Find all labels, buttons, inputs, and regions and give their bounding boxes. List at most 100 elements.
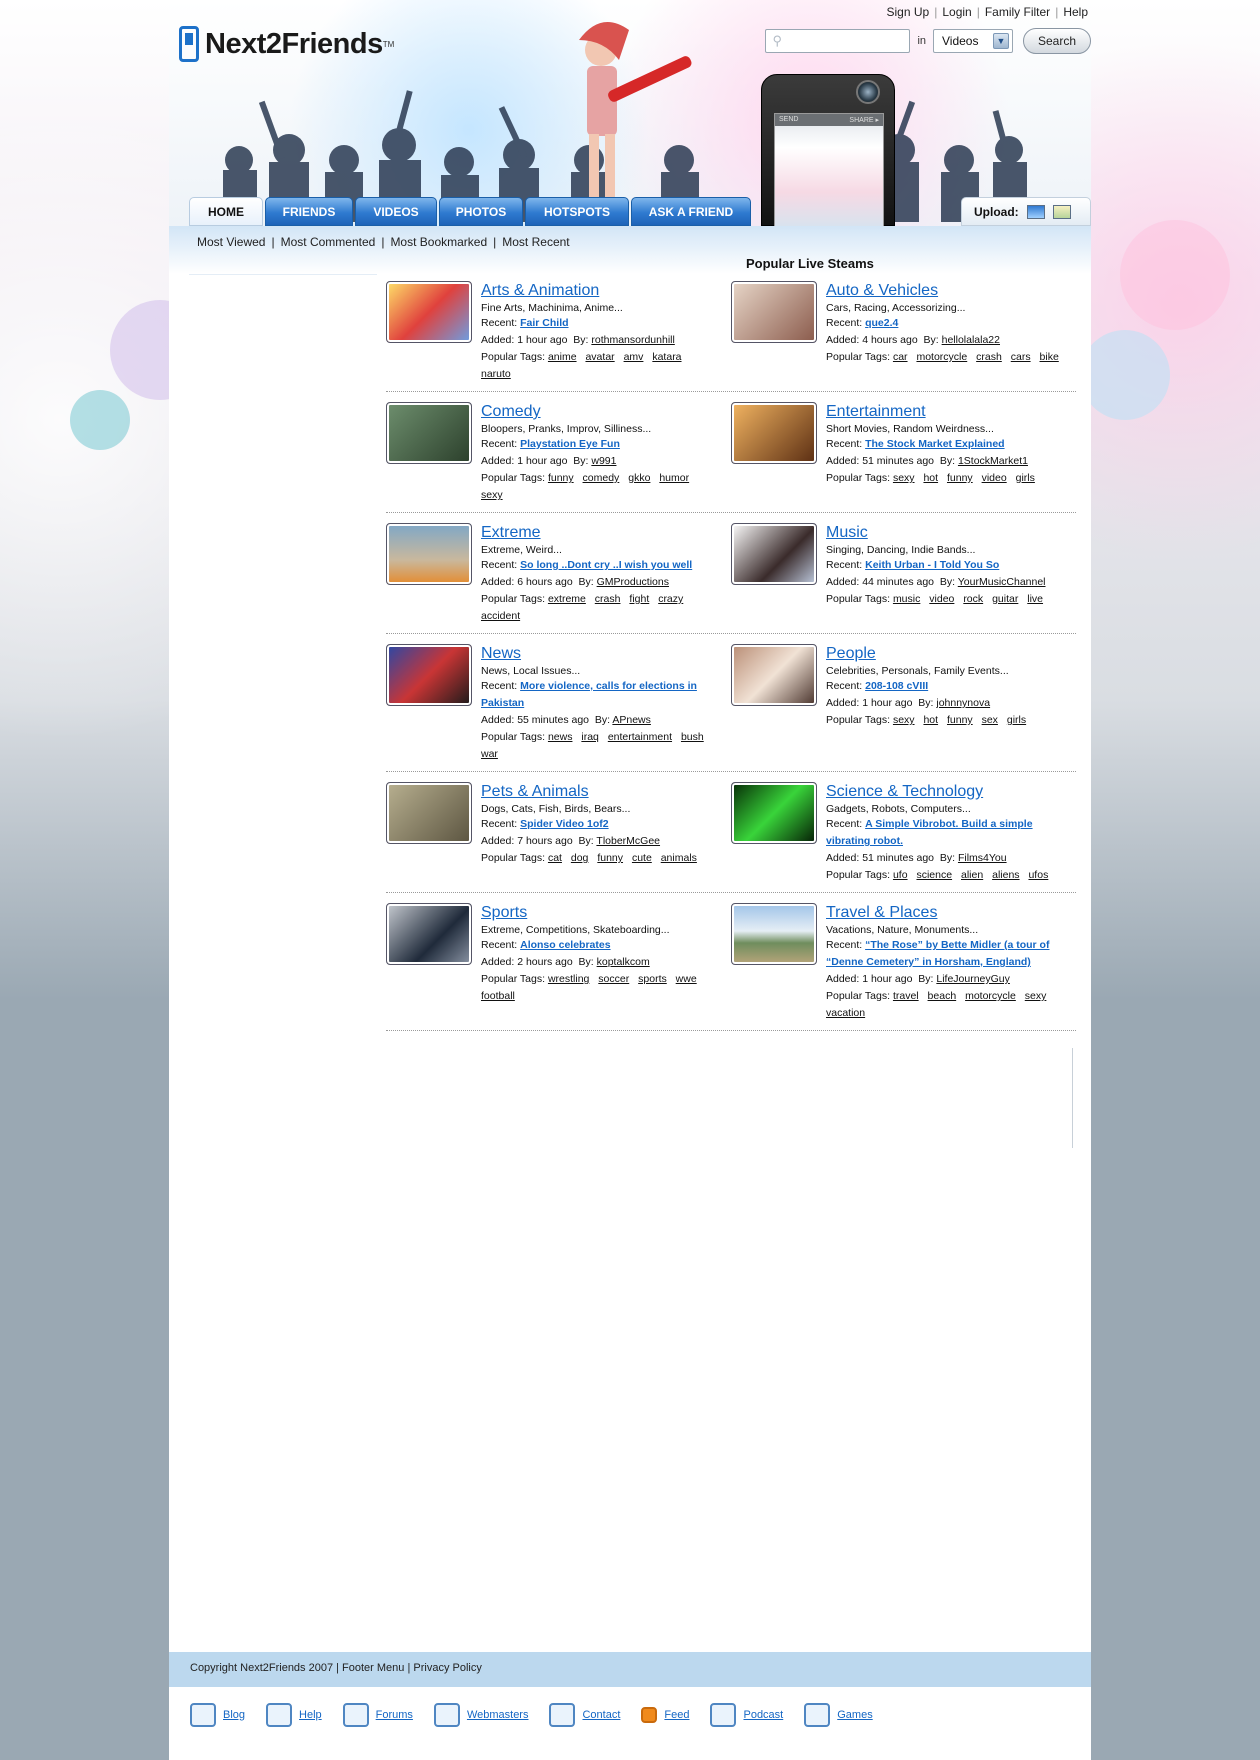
tag-link[interactable]: wwe [676, 973, 697, 985]
tag-link[interactable]: aliens [992, 869, 1019, 881]
tag-link[interactable]: motorcycle [916, 351, 967, 363]
tag-link[interactable]: bike [1040, 351, 1059, 363]
tag-link[interactable]: sex [982, 714, 998, 726]
category-title[interactable]: Extreme [481, 523, 541, 543]
tag-link[interactable]: animals [661, 852, 697, 864]
uploader-link[interactable]: koptalkcom [597, 956, 650, 968]
category-title[interactable]: Music [826, 523, 868, 543]
tag-link[interactable]: war [481, 748, 498, 760]
upload-video-icon[interactable] [1026, 204, 1045, 219]
tag-link[interactable]: fight [629, 593, 649, 605]
category-title[interactable]: Arts & Animation [481, 281, 599, 301]
signup-link[interactable]: Sign Up [887, 5, 930, 19]
category-thumbnail[interactable] [731, 523, 817, 585]
tab-videos[interactable]: VIDEOS [355, 197, 437, 226]
tag-link[interactable]: cars [1011, 351, 1031, 363]
tag-link[interactable]: hot [923, 472, 938, 484]
tag-link[interactable]: avatar [585, 351, 614, 363]
tag-link[interactable]: funny [947, 472, 973, 484]
footer-link-blog[interactable]: Blog [190, 1703, 245, 1727]
tag-link[interactable]: humor [659, 472, 689, 484]
tag-link[interactable]: crash [595, 593, 621, 605]
tag-link[interactable]: cat [548, 852, 562, 864]
category-title[interactable]: Comedy [481, 402, 541, 422]
tag-link[interactable]: rock [963, 593, 983, 605]
login-link[interactable]: Login [942, 5, 971, 19]
footer-link-label[interactable]: Podcast [743, 1709, 783, 1721]
tag-link[interactable]: accident [481, 610, 520, 622]
category-title[interactable]: News [481, 644, 521, 664]
tag-link[interactable]: travel [893, 990, 919, 1002]
tag-link[interactable]: iraq [581, 731, 599, 743]
tag-link[interactable]: ufo [893, 869, 908, 881]
recent-video-link[interactable]: Spider Video 1of2 [520, 818, 609, 830]
uploader-link[interactable]: johnnynova [936, 697, 990, 709]
tab-hotspots[interactable]: HOTSPOTS [525, 197, 629, 226]
category-thumbnail[interactable] [386, 523, 472, 585]
uploader-link[interactable]: TloberMcGee [596, 835, 660, 847]
search-scope-select[interactable]: Videos ▼ [933, 29, 1013, 53]
tab-friends[interactable]: FRIENDS [265, 197, 353, 226]
recent-video-link[interactable]: que2.4 [865, 317, 898, 329]
upload-photo-icon[interactable] [1052, 204, 1071, 219]
footer-link-label[interactable]: Webmasters [467, 1709, 529, 1721]
tab-photos[interactable]: PHOTOS [439, 197, 523, 226]
tag-link[interactable]: bush [681, 731, 704, 743]
tag-link[interactable]: entertainment [608, 731, 672, 743]
sort-most-recent[interactable]: Most Recent [502, 235, 569, 249]
tag-link[interactable]: katara [652, 351, 681, 363]
footer-link-label[interactable]: Blog [223, 1709, 245, 1721]
uploader-link[interactable]: Films4You [958, 852, 1007, 864]
footer-link-feed[interactable]: Feed [641, 1707, 689, 1723]
tag-link[interactable]: wrestling [548, 973, 589, 985]
tag-link[interactable]: science [916, 869, 952, 881]
category-thumbnail[interactable] [386, 782, 472, 844]
category-thumbnail[interactable] [731, 782, 817, 844]
uploader-link[interactable]: hellolalala22 [942, 334, 1000, 346]
recent-video-link[interactable]: Keith Urban - I Told You So [865, 559, 999, 571]
tag-link[interactable]: funny [548, 472, 574, 484]
tag-link[interactable]: beach [928, 990, 957, 1002]
tag-link[interactable]: video [982, 472, 1007, 484]
category-thumbnail[interactable] [386, 644, 472, 706]
recent-video-link[interactable]: Alonso celebrates [520, 939, 610, 951]
tag-link[interactable]: sexy [1025, 990, 1047, 1002]
tag-link[interactable]: sexy [893, 472, 915, 484]
tag-link[interactable]: crash [976, 351, 1002, 363]
tag-link[interactable]: amv [624, 351, 644, 363]
sort-most-bookmarked[interactable]: Most Bookmarked [390, 235, 487, 249]
search-button[interactable]: Search [1023, 28, 1091, 54]
category-title[interactable]: Science & Technology [826, 782, 983, 802]
tag-link[interactable]: hot [923, 714, 938, 726]
category-thumbnail[interactable] [386, 402, 472, 464]
footer-link-label[interactable]: Contact [582, 1709, 620, 1721]
footer-link-contact[interactable]: Contact [549, 1703, 620, 1727]
category-thumbnail[interactable] [731, 281, 817, 343]
tag-link[interactable]: gkko [628, 472, 650, 484]
uploader-link[interactable]: w991 [591, 455, 616, 467]
tag-link[interactable]: news [548, 731, 573, 743]
category-title[interactable]: Auto & Vehicles [826, 281, 938, 301]
search-input[interactable]: ⚲ [765, 29, 911, 53]
uploader-link[interactable]: 1StockMarket1 [958, 455, 1028, 467]
tab-home[interactable]: HOME [189, 197, 263, 226]
footer-link-podcast[interactable]: Podcast [710, 1703, 783, 1727]
tag-link[interactable]: guitar [992, 593, 1018, 605]
tag-link[interactable]: football [481, 990, 515, 1002]
footer-link-label[interactable]: Help [299, 1709, 322, 1721]
tag-link[interactable]: alien [961, 869, 983, 881]
recent-video-link[interactable]: So long ..Dont cry ..I wish you well [520, 559, 692, 571]
tag-link[interactable]: ufos [1028, 869, 1048, 881]
tag-link[interactable]: crazy [658, 593, 683, 605]
recent-video-link[interactable]: 208-108 cVIII [865, 680, 928, 692]
tag-link[interactable]: vacation [826, 1007, 865, 1019]
category-title[interactable]: People [826, 644, 876, 664]
tag-link[interactable]: dog [571, 852, 589, 864]
category-thumbnail[interactable] [386, 903, 472, 965]
category-thumbnail[interactable] [731, 402, 817, 464]
category-thumbnail[interactable] [386, 281, 472, 343]
recent-video-link[interactable]: The Stock Market Explained [865, 438, 1004, 450]
uploader-link[interactable]: LifeJourneyGuy [936, 973, 1010, 985]
tab-ask-a-friend[interactable]: ASK A FRIEND [631, 197, 751, 226]
tag-link[interactable]: naruto [481, 368, 511, 380]
